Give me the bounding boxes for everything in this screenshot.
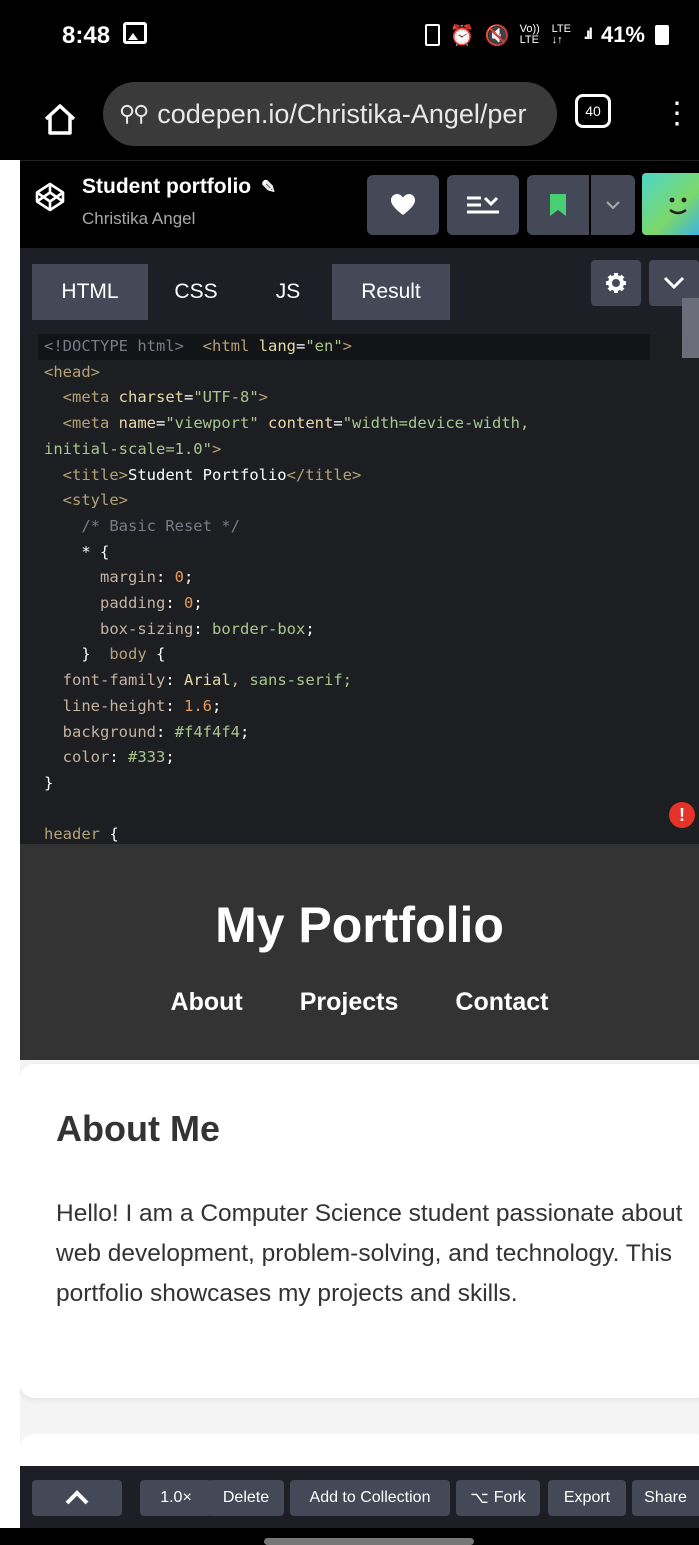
browser-menu-icon[interactable]: ⋮ [662,94,692,134]
browser-toolbar: ⚲⚲ codepen.io/Christika-Angel/per 40 ⋮ [0,78,699,160]
tab-result[interactable]: Result [332,264,450,320]
pen-author[interactable]: Christika Angel [82,209,195,229]
chevron-down-icon [663,276,685,290]
about-section: About Me Hello! I am a Computer Science … [20,1064,699,1398]
chevron-down-icon [606,201,620,210]
alarm-icon: ⏰ [449,24,475,47]
url-text: codepen.io/Christika-Angel/per [157,98,527,129]
bookmark-icon [550,194,566,216]
gear-icon [606,273,626,293]
tab-html[interactable]: HTML [32,264,148,320]
code-line: <head> [44,362,100,381]
status-bar: 8:48 ⏰ 🔇 Vo)) LTE LTE ↓↑ .ıl 41% [0,0,699,78]
tab-css[interactable]: CSS [148,264,244,320]
battery-saver-icon [424,24,440,46]
like-button[interactable] [367,175,439,235]
url-bar[interactable]: ⚲⚲ codepen.io/Christika-Angel/per [103,82,557,146]
status-time: 8:48 [62,22,147,50]
site-title: My Portfolio [215,897,504,953]
fork-icon: ⌥ [470,1490,489,1507]
error-indicator-icon[interactable]: ! [669,802,695,828]
editor-panel: HTML CSS JS Result <!DOCTYPE html> <html… [20,248,699,844]
home-button[interactable] [40,99,80,139]
mute-icon: 🔇 [484,24,510,47]
add-to-collection-button[interactable]: Add to Collection [290,1480,450,1516]
battery-icon [655,25,669,45]
pen-header: Student portfolio ✎ Christika Angel [20,160,699,249]
gallery-notification-icon [122,22,147,44]
home-gesture-handle[interactable] [264,1538,474,1545]
site-settings-icon[interactable]: ⚲⚲ [119,101,149,127]
nav-link-about[interactable]: About [171,988,243,1017]
home-icon [44,104,76,135]
layout-button[interactable] [447,175,519,235]
bookmark-dropdown-button[interactable] [591,175,635,235]
about-text: Hello! I am a Computer Science student p… [56,1200,683,1307]
about-heading: About Me [56,1108,220,1149]
tab-switcher-button[interactable]: 40 [575,94,611,128]
edit-pencil-icon[interactable]: ✎ [261,177,276,197]
volte-label: Vo)) LTE [519,23,540,46]
editor-tabs: HTML CSS JS Result [20,248,699,320]
status-icons: ⏰ 🔇 Vo)) LTE LTE ↓↑ .ıl 41% [424,22,669,48]
codepen-logo-icon[interactable] [34,181,66,213]
heart-icon [391,194,415,215]
bookmark-button[interactable] [527,175,589,235]
tab-js[interactable]: JS [244,264,332,320]
signal-icon: .ıl [583,26,593,43]
editor-settings-button[interactable] [591,260,641,306]
user-avatar[interactable] [642,173,699,235]
layout-list-icon [467,196,499,214]
lte-label: LTE ↓↑ [551,23,571,46]
pen-title[interactable]: Student portfolio ✎ [82,175,276,199]
site-header: My Portfolio About Projects Contact [20,844,699,1060]
next-section [20,1434,699,1466]
site-nav: About Projects Contact [20,988,699,1017]
code-line: <!DOCTYPE html> <html lang="en"> [38,334,650,360]
nav-link-projects[interactable]: Projects [300,988,399,1017]
code-editor[interactable]: <!DOCTYPE html> <html lang="en"> <head> <… [20,334,699,844]
share-button[interactable]: Share [632,1480,699,1516]
expand-console-button[interactable] [32,1480,122,1516]
fork-button[interactable]: ⌥ Fork [456,1480,540,1516]
nav-link-contact[interactable]: Contact [455,988,548,1017]
zoom-button[interactable]: 1.0× [140,1480,212,1516]
result-preview: My Portfolio About Projects Contact Abou… [20,844,699,1466]
export-button[interactable]: Export [548,1480,626,1516]
bottom-toolbar: 1.0× Delete Add to Collection ⌥ Fork Expo… [20,1466,699,1528]
delete-button[interactable]: Delete [208,1480,284,1516]
editor-scrollbar[interactable] [682,298,699,358]
battery-percent: 41% [600,22,645,47]
chevron-up-icon [65,1490,89,1505]
